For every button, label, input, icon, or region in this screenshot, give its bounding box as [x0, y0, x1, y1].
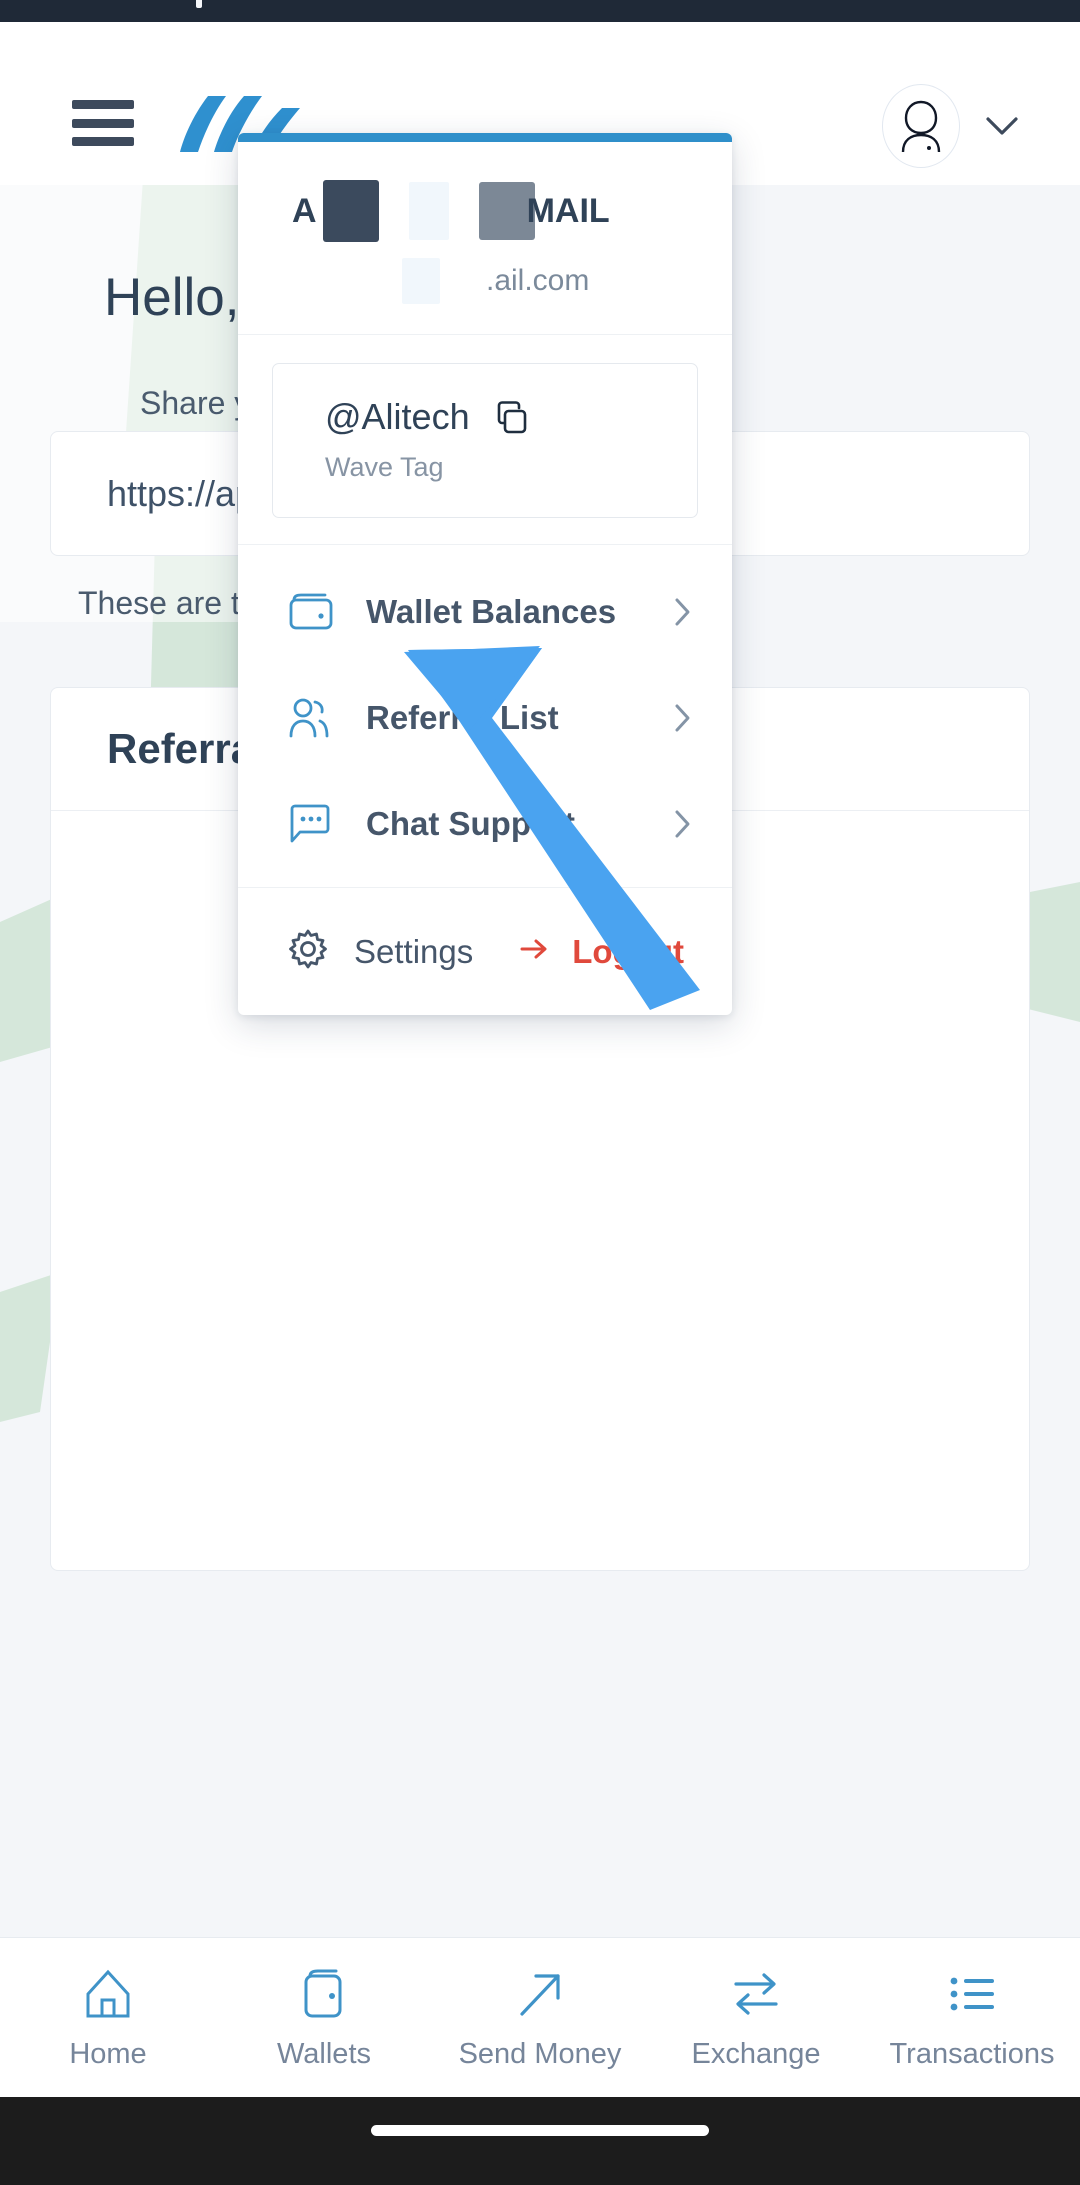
logout-arrow-icon [518, 933, 552, 970]
tab-home[interactable]: Home [0, 1964, 216, 2071]
copy-icon[interactable] [496, 400, 528, 434]
tab-exchange[interactable]: Exchange [648, 1964, 864, 2071]
dropdown-identity-section: A MAIL .ail.com [238, 142, 732, 335]
menu-item-chat-support[interactable]: Chat Support [238, 771, 732, 877]
user-name-row: A MAIL [292, 180, 678, 242]
redaction-block-pale [402, 258, 440, 304]
user-email-row: .ail.com [292, 258, 678, 304]
tab-label: Transactions [889, 2038, 1055, 2070]
wave-tag-card: @Alitech Wave Tag [272, 363, 698, 518]
hamburger-bar [72, 137, 134, 146]
arrow-up-right-icon [514, 1964, 566, 2020]
device-nav-bar [0, 2097, 1080, 2185]
redaction-block-pale [408, 182, 449, 240]
chevron-down-icon[interactable] [980, 104, 1024, 148]
tab-label: Exchange [691, 2038, 821, 2070]
menu-item-label: Chat Support [366, 805, 575, 842]
home-indicator[interactable] [371, 2125, 709, 2136]
user-name-prefix: A [292, 191, 317, 230]
wallet-icon [288, 592, 344, 632]
tab-label: Home [69, 2038, 147, 2070]
profile-dropdown-menu: A MAIL .ail.com @Alitech Wave Tag Wallet… [238, 133, 732, 1015]
chevron-right-icon [672, 596, 692, 628]
chat-bubble-icon [288, 803, 344, 845]
gear-icon [288, 929, 328, 974]
tab-label: Send Money [458, 2038, 622, 2070]
menu-item-referral-list[interactable]: Referral List [238, 665, 732, 771]
wave-tag-value: @Alitech [325, 396, 470, 437]
dropdown-accent-bar [238, 133, 732, 142]
hamburger-menu-icon[interactable] [72, 100, 134, 146]
wave-tag-row: @Alitech [325, 396, 697, 438]
tab-label: Wallets [277, 2038, 371, 2070]
exchange-arrows-icon [730, 1964, 782, 2020]
status-notch [196, 0, 202, 8]
chevron-right-icon [672, 702, 692, 734]
wallet-icon [298, 1964, 350, 2020]
list-icon [946, 1964, 998, 2020]
hamburger-bar [72, 100, 134, 109]
avatar[interactable] [882, 84, 960, 168]
menu-item-label: Referral List [366, 699, 559, 736]
tab-wallets[interactable]: Wallets [216, 1964, 432, 2071]
menu-item-label: Wallet Balances [366, 593, 617, 630]
chevron-right-icon [672, 808, 692, 840]
tab-transactions[interactable]: Transactions [864, 1964, 1080, 2071]
wave-tag-label: Wave Tag [325, 452, 444, 482]
menu-item-wallet-balances[interactable]: Wallet Balances [238, 559, 732, 665]
dropdown-footer: Settings Logout [238, 887, 732, 1015]
hamburger-bar [72, 118, 134, 128]
user-name-suffix: MAIL [526, 191, 610, 230]
device-status-bar [0, 0, 1080, 22]
app-root: Hello, A Share you https://app. These ar… [0, 0, 1080, 2185]
settings-button[interactable]: Settings [288, 929, 473, 974]
users-icon [288, 697, 344, 739]
tab-send-money[interactable]: Send Money [432, 1964, 648, 2071]
home-icon [82, 1964, 134, 2020]
logout-button[interactable]: Logout [518, 933, 684, 971]
logout-label: Logout [572, 932, 684, 970]
redaction-block [322, 180, 379, 242]
dropdown-menu-items: Wallet Balances Referral List Chat Suppo… [238, 544, 732, 887]
bottom-tab-bar: Home Wallets Send Money Exchange Transac… [0, 1937, 1080, 2097]
user-email-suffix: .ail.com [486, 264, 590, 297]
settings-label: Settings [354, 932, 474, 970]
